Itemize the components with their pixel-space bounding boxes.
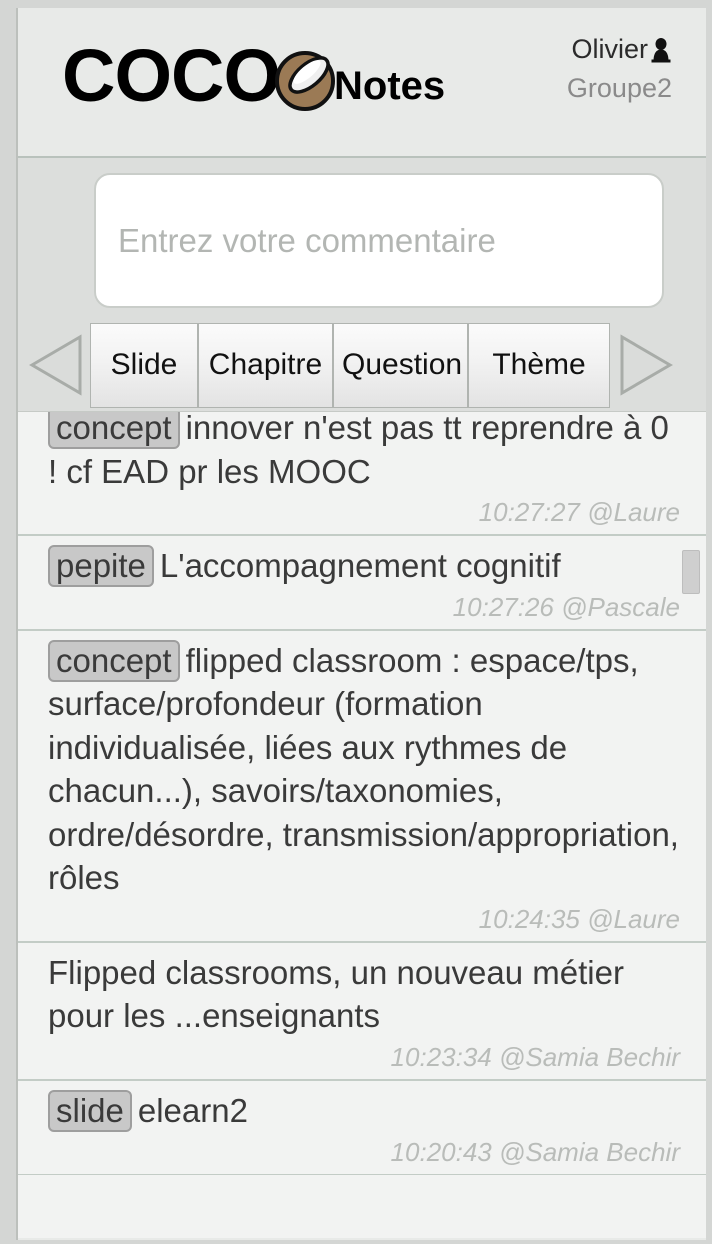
note-item[interactable]: slide elearn2 10:20:43 @Samia Bechir (18, 1081, 706, 1175)
note-meta: 10:27:27 @Laure (478, 497, 680, 528)
note-tag[interactable]: concept (48, 412, 180, 449)
category-tabbar: Slide Chapitre Question Thème (18, 320, 706, 410)
note-text: Flipped classrooms, un nouveau métier po… (48, 953, 624, 1035)
coconut-icon (274, 50, 336, 112)
note-meta: 10:27:26 @Pascale (452, 591, 680, 622)
app-logo[interactable]: COCO Notes (62, 36, 445, 116)
tab-chapitre-label: Chapitre (208, 348, 323, 381)
comment-input[interactable] (94, 173, 664, 308)
note-text: elearn2 (137, 1092, 248, 1130)
app-header: COCO Notes Olivier Groupe2 (18, 8, 706, 158)
triangle-right-icon[interactable] (616, 329, 678, 401)
note-tag[interactable]: concept (48, 639, 180, 682)
note-item[interactable]: Flipped classrooms, un nouveau métier po… (18, 942, 706, 1082)
user-name-row[interactable]: Olivier (452, 34, 672, 65)
app-root: COCO Notes Olivier Groupe2 Entrez votre … (0, 0, 712, 1244)
note-text: L'accompagnement cognitif (159, 547, 561, 585)
category-tabs: Slide Chapitre Question Thème (90, 322, 610, 408)
user-name: Olivier (571, 34, 648, 64)
tab-question[interactable]: Question (333, 322, 468, 408)
app-frame: COCO Notes Olivier Groupe2 Entrez votre … (16, 8, 706, 1240)
note-tag[interactable]: slide (48, 1090, 132, 1132)
note-body: concept innover n'est pas tt reprendre à … (48, 412, 684, 493)
note-tag[interactable]: pepite (48, 545, 154, 588)
note-item[interactable]: concept flipped classroom : espace/tps, s… (18, 630, 706, 943)
logo-wordmark: COCO (62, 34, 281, 117)
note-body: pepite L'accompagnement cognitif (48, 544, 684, 588)
logo-suffix: Notes (334, 64, 446, 108)
notes-list[interactable]: concept innover n'est pas tt reprendre à … (18, 412, 706, 1238)
tab-question-label: Question (342, 348, 463, 381)
tab-chapitre[interactable]: Chapitre (198, 322, 333, 408)
tab-theme-label: Thème (492, 348, 586, 381)
note-meta: 10:23:34 @Samia Bechir (390, 1042, 680, 1073)
tab-slide[interactable]: Slide (90, 322, 198, 408)
note-meta: 10:20:43 @Samia Bechir (390, 1136, 680, 1167)
user-group: Groupe2 (566, 73, 672, 103)
note-body: slide elearn2 (48, 1089, 684, 1133)
user-block[interactable]: Olivier Groupe2 (452, 34, 672, 104)
person-icon (650, 37, 672, 63)
tab-theme[interactable]: Thème (468, 322, 610, 408)
triangle-left-icon[interactable] (24, 329, 86, 401)
tab-slide-label: Slide (110, 348, 178, 381)
note-item[interactable]: pepite L'accompagnement cognitif 10:27:26… (18, 536, 706, 631)
note-item[interactable]: concept innover n'est pas tt reprendre à … (18, 412, 706, 537)
composer-panel: Slide Chapitre Question Thème (18, 158, 706, 412)
note-body: concept flipped classroom : espace/tps, s… (48, 639, 684, 900)
note-meta: 10:24:35 @Laure (478, 903, 680, 934)
note-body: Flipped classrooms, un nouveau métier po… (48, 951, 684, 1038)
notes-scrollbar-thumb[interactable] (682, 550, 700, 595)
